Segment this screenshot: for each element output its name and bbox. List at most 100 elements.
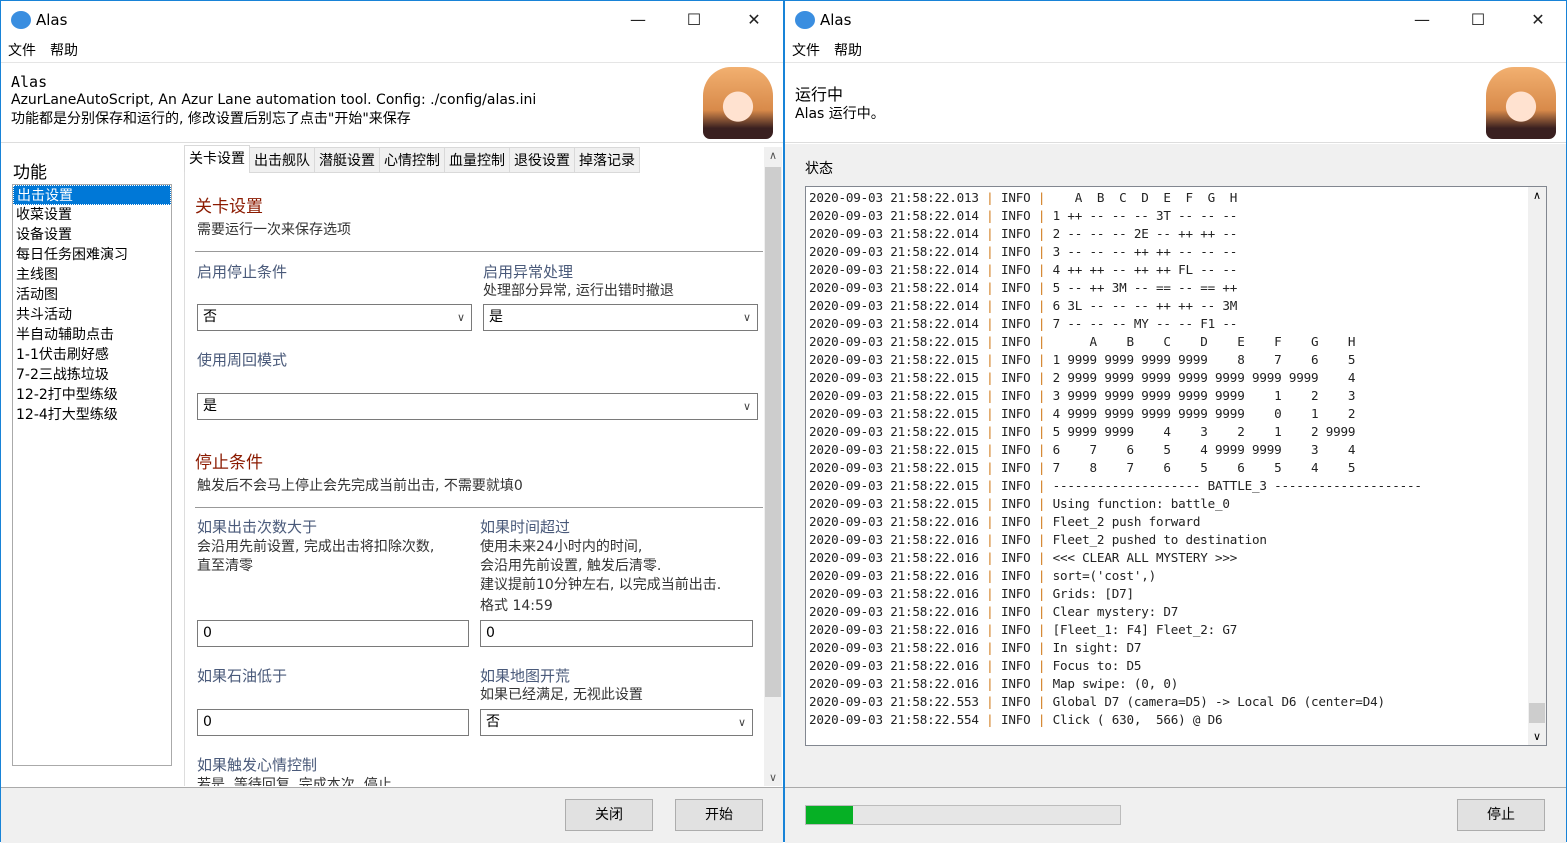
time-input[interactable]: 0	[480, 620, 753, 647]
enable-exception-select[interactable]: 是 ∨	[483, 304, 758, 331]
map-clear-select[interactable]: 否 ∨	[480, 709, 753, 736]
emotion-label: 如果触发心情控制	[197, 756, 318, 774]
sidebar-item[interactable]: 7-2三战拣垃圾	[13, 365, 171, 385]
log-message: Grids: [D7]	[1052, 586, 1134, 601]
section-desc: 需要运行一次来保存选项	[197, 222, 351, 238]
menu-help[interactable]: 帮助	[50, 39, 78, 63]
log-message: A B C D E F G H	[1052, 190, 1238, 205]
log-line: 2020-09-03 21:58:22.013 | INFO | A B C D…	[809, 189, 1422, 207]
loop-mode-select[interactable]: 是 ∨	[197, 393, 758, 420]
chevron-down-icon: ∨	[737, 716, 746, 729]
divider	[195, 251, 763, 252]
menu-file[interactable]: 文件	[8, 39, 36, 63]
sortie-count-input[interactable]: 0	[197, 620, 469, 647]
tab[interactable]: 心情控制	[379, 147, 445, 173]
select-value: 否	[203, 309, 217, 325]
log-message: 2 -- -- -- 2E -- ++ ++ --	[1052, 226, 1238, 241]
select-value: 是	[203, 398, 217, 414]
log-message: 4 ++ ++ -- ++ ++ FL -- --	[1052, 262, 1238, 277]
log-message: In sight: D7	[1052, 640, 1142, 655]
log-timestamp: 2020-09-03 21:58:22.015	[809, 334, 979, 349]
log-level: INFO	[1000, 442, 1031, 457]
tab[interactable]: 潜艇设置	[314, 147, 380, 173]
log-message: [Fleet_1: F4] Fleet_2: G7	[1052, 622, 1238, 637]
chevron-down-icon: ∨	[742, 400, 751, 413]
separator: |	[1030, 478, 1053, 493]
settings-panel: 关卡设置 需要运行一次来保存选项 启用停止条件 启用异常处理 处理部分异常, 运…	[184, 172, 764, 786]
log-timestamp: 2020-09-03 21:58:22.015	[809, 370, 979, 385]
log-line: 2020-09-03 21:58:22.015 | INFO | 3 9999 …	[809, 387, 1422, 405]
sidebar-item[interactable]: 活动图	[13, 285, 171, 305]
separator: |	[978, 370, 1001, 385]
enable-stop-select[interactable]: 否 ∨	[197, 304, 472, 331]
enable-stop-label: 启用停止条件	[197, 263, 288, 281]
separator: |	[978, 352, 1001, 367]
scroll-up-icon[interactable]: ∧	[1528, 189, 1546, 202]
log-timestamp: 2020-09-03 21:58:22.015	[809, 352, 979, 367]
scroll-down-icon[interactable]: ∨	[764, 771, 782, 784]
scroll-thumb[interactable]	[765, 167, 781, 697]
sidebar-item[interactable]: 1-1伏击刷好感	[13, 345, 171, 365]
tab[interactable]: 掉落记录	[574, 147, 640, 173]
function-list[interactable]: 出击设置 收菜设置 设备设置 每日任务困难演习 主线图 活动图 共斗活动 半自动辅助点击 1-1…	[12, 184, 172, 766]
log-view[interactable]: 2020-09-03 21:58:22.013 | INFO | A B C D…	[805, 186, 1547, 746]
maximize-button[interactable]: ☐	[1455, 7, 1501, 33]
minimize-button[interactable]: —	[1399, 7, 1445, 33]
sidebar-item[interactable]: 12-4打大型练级	[13, 405, 171, 425]
log-scrollbar[interactable]: ∧ ∨	[1528, 187, 1546, 745]
separator: |	[1030, 226, 1053, 241]
log-line: 2020-09-03 21:58:22.016 | INFO | Clear m…	[809, 603, 1422, 621]
log-level: INFO	[1000, 262, 1031, 277]
title-bar: Alas — ☐ ✕	[785, 1, 1566, 39]
sidebar-item[interactable]: 出击设置	[13, 185, 171, 205]
progress-bar	[805, 805, 1121, 825]
sidebar-item[interactable]: 12-2打中型练级	[13, 385, 171, 405]
sidebar-item[interactable]: 设备设置	[13, 225, 171, 245]
minimize-button[interactable]: —	[615, 7, 661, 33]
sidebar-item[interactable]: 半自动辅助点击	[13, 325, 171, 345]
log-message: 5 -- ++ 3M -- == -- == ++	[1052, 280, 1238, 295]
separator: |	[1030, 460, 1053, 475]
log-level: INFO	[1000, 388, 1031, 403]
sidebar-item[interactable]: 收菜设置	[13, 205, 171, 225]
log-lines: 2020-09-03 21:58:22.013 | INFO | A B C D…	[809, 189, 1422, 729]
separator: |	[1030, 550, 1053, 565]
separator: |	[978, 280, 1001, 295]
sortie-count-label: 如果出击次数大于	[197, 518, 318, 536]
scroll-up-icon[interactable]: ∧	[764, 149, 782, 162]
separator: |	[978, 496, 1001, 511]
log-level: INFO	[1000, 460, 1031, 475]
scroll-thumb[interactable]	[1529, 703, 1545, 723]
close-button[interactable]: 关闭	[565, 799, 653, 831]
menu-file[interactable]: 文件	[792, 39, 820, 63]
log-line: 2020-09-03 21:58:22.015 | INFO | 2 9999 …	[809, 369, 1422, 387]
close-window-button[interactable]: ✕	[731, 7, 777, 33]
close-window-button[interactable]: ✕	[1515, 7, 1561, 33]
tab[interactable]: 出击舰队	[249, 147, 315, 173]
separator: |	[978, 406, 1001, 421]
oil-input[interactable]: 0	[197, 709, 469, 736]
sidebar-item[interactable]: 共斗活动	[13, 305, 171, 325]
sidebar-item[interactable]: 主线图	[13, 265, 171, 285]
tab[interactable]: 血量控制	[444, 147, 510, 173]
tab[interactable]: 退役设置	[509, 147, 575, 173]
separator: |	[978, 334, 1001, 349]
tab[interactable]: 关卡设置	[184, 145, 250, 173]
log-message: Using function: battle_0	[1052, 496, 1230, 511]
scroll-down-icon[interactable]: ∨	[1528, 730, 1546, 743]
settings-scrollbar[interactable]: ∧ ∨	[764, 147, 782, 786]
separator: |	[1030, 568, 1053, 583]
separator: |	[978, 514, 1001, 529]
sidebar-item[interactable]: 每日任务困难演习	[13, 245, 171, 265]
start-button[interactable]: 开始	[675, 799, 763, 831]
menu-help[interactable]: 帮助	[834, 39, 862, 63]
time-desc: 格式 14:59	[480, 598, 553, 614]
loop-mode-label: 使用周回模式	[197, 351, 288, 369]
separator: |	[978, 532, 1001, 547]
log-level: INFO	[1000, 604, 1031, 619]
log-message: 1 ++ -- -- -- 3T -- -- --	[1052, 208, 1238, 223]
stop-button[interactable]: 停止	[1457, 799, 1545, 831]
maximize-button[interactable]: ☐	[671, 7, 717, 33]
separator: |	[978, 550, 1001, 565]
progress-fill	[806, 806, 854, 824]
